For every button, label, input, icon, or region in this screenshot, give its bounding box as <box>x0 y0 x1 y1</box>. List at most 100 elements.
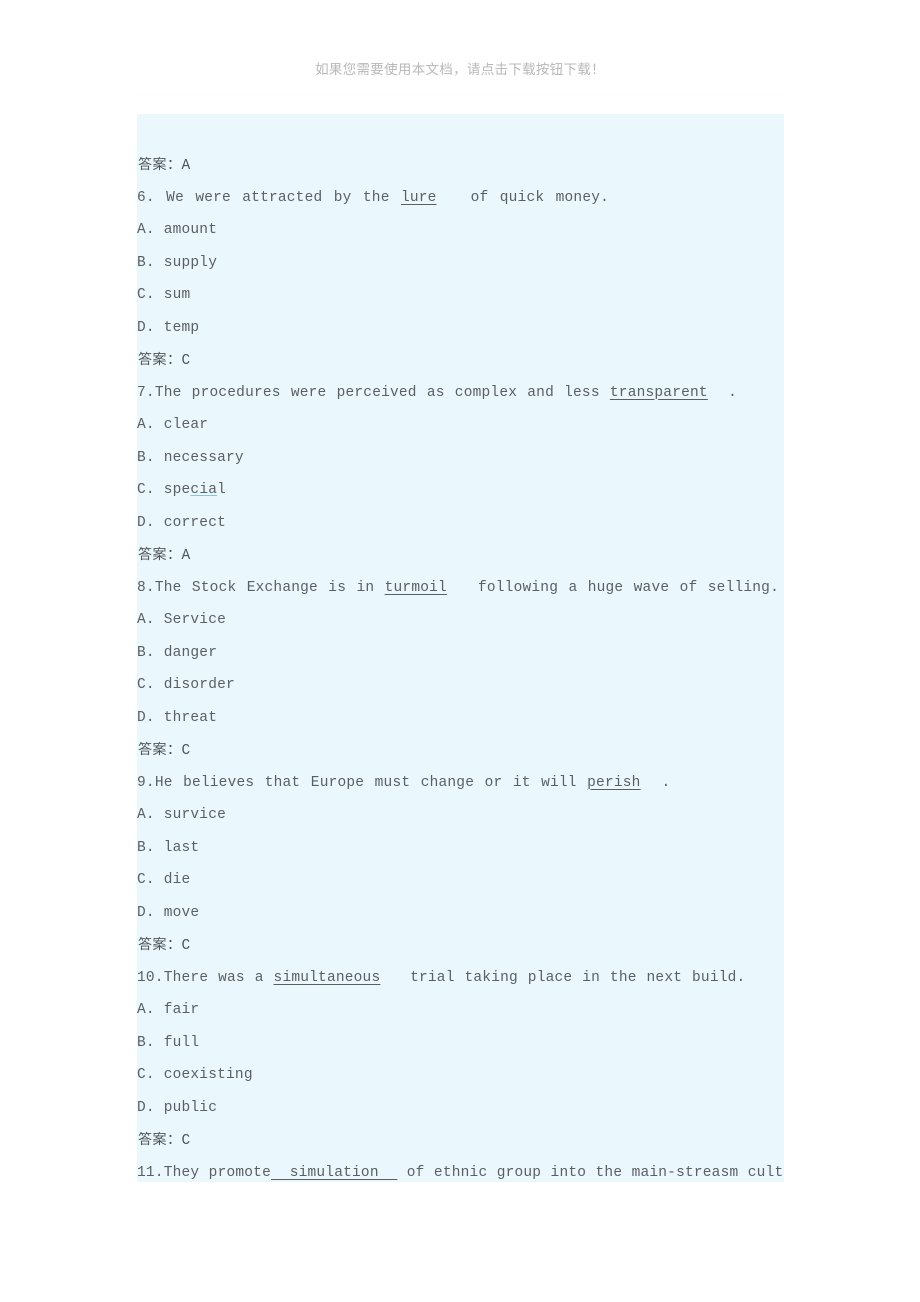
answer-value: C <box>181 743 191 759</box>
option-text: C. die <box>137 872 191 888</box>
question-text-before: The Stock Exchange is in <box>154 579 385 596</box>
question-number: 11. <box>137 1164 164 1181</box>
question-text-before: The procedures were perceived as complex… <box>154 384 610 401</box>
option-line: C. coexisting <box>137 1059 784 1092</box>
question-text-before: We were attracted by the <box>154 189 401 206</box>
question-line: 6. We were attracted by the lure of quic… <box>137 182 784 215</box>
option-text: C. sum <box>137 287 191 303</box>
option-text: C. disorder <box>137 677 235 693</box>
keyword-gap <box>437 190 460 206</box>
question-text-after: following a huge wave of selling. <box>467 579 779 596</box>
option-line: D. temp <box>137 312 784 345</box>
option-text: D. threat <box>137 709 218 726</box>
question-line: 11.They promote simulation of ethnic gro… <box>137 1157 784 1183</box>
option-line: A. Service <box>137 604 784 637</box>
question-text-after: of quick money. <box>459 189 610 206</box>
question-text-after: . <box>728 384 738 401</box>
option-text-suffix: l <box>217 482 227 498</box>
question-number: 8. <box>137 579 155 596</box>
option-text: D. temp <box>137 319 200 336</box>
option-text: B. last <box>137 839 200 856</box>
option-line: A. amount <box>137 214 784 247</box>
option-text: A. survice <box>137 807 227 823</box>
answer-line: 答案：C <box>137 1124 784 1157</box>
answer-line: 答案：C <box>137 929 784 962</box>
option-line: C. sum <box>137 279 784 312</box>
option-line: B. necessary <box>137 442 784 475</box>
question-keyword: simultaneous <box>273 969 381 986</box>
question-keyword: lure <box>400 189 437 206</box>
question-line: 9.He believes that Europe must change or… <box>137 767 784 800</box>
option-line: B. danger <box>137 637 784 670</box>
keyword-gap <box>397 1165 406 1181</box>
option-line: B. last <box>137 832 784 865</box>
answer-value: A <box>181 158 191 174</box>
option-line: A. survice <box>137 799 784 832</box>
keyword-gap <box>447 580 468 596</box>
question-number: 6. <box>137 189 155 206</box>
question-keyword: simulation <box>271 1164 398 1181</box>
option-line: A. fair <box>137 994 784 1027</box>
document-page: 答案：A 6. We were attracted by the lure of … <box>137 114 784 1182</box>
option-line: A. clear <box>137 409 784 442</box>
question-keyword: transparent <box>609 384 708 401</box>
question-line: 10.There was a simultaneous trial taking… <box>137 962 784 995</box>
answer-line: 答案：A <box>137 539 784 572</box>
question-keyword: perish <box>587 774 641 791</box>
option-text: A. clear <box>137 417 209 433</box>
answer-label: 答案： <box>138 937 182 953</box>
answer-value: C <box>181 938 191 954</box>
question-line: 7.The procedures were perceived as compl… <box>137 377 784 410</box>
answer-label: 答案： <box>138 352 182 368</box>
download-banner[interactable]: 如果您需要使用本文档，请点击下载按钮下载！ <box>0 60 920 80</box>
keyword-gap <box>641 775 662 791</box>
answer-label: 答案： <box>138 742 182 758</box>
option-line: B. supply <box>137 247 784 280</box>
download-banner-text[interactable]: 如果您需要使用本文档，请点击下载按钮下载！ <box>315 62 605 78</box>
option-text: D. correct <box>137 514 227 531</box>
answer-line: 答案：C <box>137 734 784 767</box>
option-line: C. disorder <box>137 669 784 702</box>
option-text: B. supply <box>137 254 218 271</box>
question-number: 9. <box>137 774 155 791</box>
option-text: B. full <box>137 1034 200 1051</box>
question-keyword: turmoil <box>384 579 447 596</box>
option-line: D. public <box>137 1092 784 1125</box>
option-text: B. danger <box>137 644 218 661</box>
question-line: 8.The Stock Exchange is in turmoil follo… <box>137 572 784 605</box>
question-text-before: There was a <box>163 969 274 986</box>
answer-label: 答案： <box>138 1132 182 1148</box>
option-text-prefix: C. spe <box>137 482 191 498</box>
answer-line: 答案：C <box>137 344 784 377</box>
keyword-gap <box>380 970 400 986</box>
keyword-gap <box>708 385 728 401</box>
option-text: A. fair <box>137 1002 200 1018</box>
answer-value: C <box>181 1133 191 1149</box>
question-text-after: trial taking place in the next build. <box>400 969 746 986</box>
answer-value: C <box>181 353 191 369</box>
option-text: C. coexisting <box>137 1067 253 1083</box>
option-text: A. amount <box>137 222 218 238</box>
question-number: 10. <box>137 969 164 986</box>
question-number: 7. <box>137 384 155 401</box>
option-text: D. move <box>137 904 200 921</box>
question-text-after: . <box>661 774 671 791</box>
document-content: 答案：A 6. We were attracted by the lure of … <box>137 114 784 1182</box>
question-text-before: He believes that Europe must change or i… <box>154 774 588 791</box>
answer-label: 答案： <box>138 547 182 563</box>
option-text: A. Service <box>137 612 227 628</box>
question-text-before: They promote <box>163 1164 271 1181</box>
answer-line: 答案：A <box>137 149 784 182</box>
option-text: B. necessary <box>137 449 244 466</box>
answer-value: A <box>181 548 191 564</box>
option-line: C. die <box>137 864 784 897</box>
option-line: C. special <box>137 474 784 507</box>
banner-divider <box>136 94 784 95</box>
option-line: D. move <box>137 897 784 930</box>
option-spellcheck-underline: cia <box>190 482 218 498</box>
answer-label: 答案： <box>138 157 182 173</box>
option-line: D. threat <box>137 702 784 735</box>
option-text: D. public <box>137 1099 218 1116</box>
option-line: D. correct <box>137 507 784 540</box>
question-text-after: of ethnic group into the main-streasm cu… <box>406 1164 784 1181</box>
